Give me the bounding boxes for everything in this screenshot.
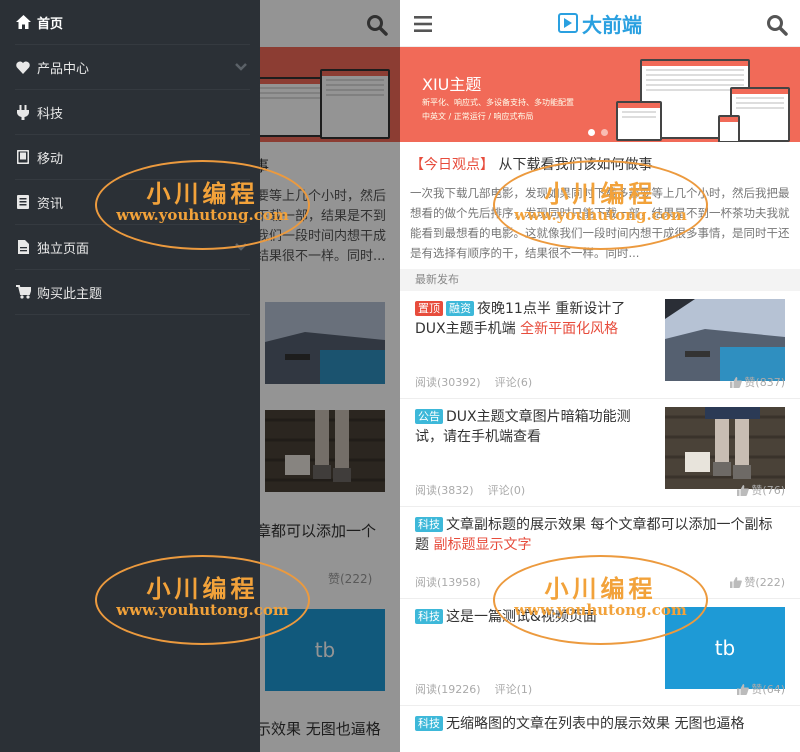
- post-item[interactable]: 科技 文章副标题的展示效果 每个文章都可以添加一个副标题 副标题显示文字 阅读(1…: [400, 507, 800, 599]
- post-title[interactable]: 置顶 融资 夜晚11点半 重新设计了DUX主题手机端 全新平面化风格: [415, 299, 650, 339]
- book-icon: [15, 194, 31, 210]
- thumbs-up-icon: [737, 484, 750, 496]
- logo-text: 大前端: [582, 12, 642, 37]
- post-meta: 阅读(19226) 评论(1): [415, 681, 532, 697]
- like-count: 赞(837): [744, 376, 785, 389]
- drawer-item-buy[interactable]: 购买此主题: [15, 270, 250, 315]
- drawer-item-pages[interactable]: 独立页面: [15, 225, 250, 270]
- post-title-text: DUX主题文章图片暗箱功能测试，请在手机端查看: [415, 409, 631, 445]
- featured-excerpt: 一次我下载几部电影，发现如果同时下载多部要等上几个小时，然后我把最想看的做个先后…: [410, 186, 790, 260]
- plug-icon: [15, 104, 31, 120]
- drawer-item-label: 首页: [37, 16, 64, 32]
- like-count: 赞(76): [751, 484, 785, 497]
- drawer-item-label: 独立页面: [37, 241, 90, 257]
- post-title-text: 无缩略图的文章在列表中的展示效果 无图也逼格: [446, 716, 745, 732]
- carousel-dots[interactable]: [588, 129, 608, 136]
- featured-article[interactable]: 【今日观点】 从下载看我们该如何做事 一次我下载几部电影，发现如果同时下载多部要…: [400, 142, 800, 269]
- drawer-overlay[interactable]: [260, 0, 400, 752]
- banner-title: XIU主题: [422, 75, 482, 94]
- badge-category[interactable]: 公告: [415, 409, 443, 424]
- drawer-item-tech[interactable]: 科技: [15, 90, 250, 135]
- post-meta: 阅读(3832) 评论(0): [415, 482, 525, 498]
- chevron-down-icon[interactable]: [234, 60, 248, 74]
- post-title[interactable]: 科技 文章副标题的展示效果 每个文章都可以添加一个副标题 副标题显示文字: [415, 515, 785, 555]
- like-button[interactable]: 赞(837): [730, 374, 785, 390]
- drawer-item-news[interactable]: 资讯: [15, 180, 250, 225]
- chevron-down-icon[interactable]: [234, 240, 248, 254]
- thumbs-up-icon: [730, 576, 743, 588]
- post-thumbnail[interactable]: [665, 407, 785, 489]
- post-item[interactable]: 科技 无缩略图的文章在列表中的展示效果 无图也逼格: [400, 706, 800, 752]
- like-button[interactable]: 赞(222): [730, 574, 785, 590]
- badge-category[interactable]: 科技: [415, 517, 443, 532]
- thumbs-up-icon: [730, 376, 743, 388]
- drawer-item-label: 移动: [37, 151, 64, 167]
- like-count: 赞(222): [744, 576, 785, 589]
- search-icon[interactable]: [766, 14, 788, 36]
- tablet-icon: [15, 149, 31, 165]
- read-count: 阅读(19226): [415, 683, 481, 696]
- comment-count[interactable]: 评论(1): [495, 681, 533, 697]
- drawer-item-label: 购买此主题: [37, 286, 103, 302]
- device-mockup: [718, 115, 740, 142]
- drawer-item-home[interactable]: 首页: [15, 0, 250, 45]
- featured-tag: 【今日观点】: [410, 157, 494, 173]
- like-count: 赞(64): [751, 683, 785, 696]
- comment-count[interactable]: 评论(6): [495, 374, 533, 390]
- post-meta: 阅读(13958): [415, 574, 481, 590]
- comment-count[interactable]: 评论(0): [488, 482, 526, 498]
- post-thumbnail[interactable]: [665, 299, 785, 381]
- badge-category[interactable]: 科技: [415, 609, 443, 624]
- badge-category[interactable]: 融资: [446, 301, 474, 316]
- read-count: 阅读(13958): [415, 576, 481, 589]
- thumb-text: tb: [714, 636, 736, 660]
- post-subtitle: 全新平面化风格: [520, 321, 619, 337]
- file-icon: [15, 239, 31, 255]
- heart-icon: [15, 59, 31, 75]
- hero-banner[interactable]: XIU主题 新平化、响应式、多设备支持、多功能配置 中英文 / 正常运行 / 响…: [400, 47, 800, 142]
- drawer-item-label: 资讯: [37, 196, 64, 212]
- post-item[interactable]: 科技 这是一篇测试&视频页面 tb 阅读(19226) 评论(1) 赞(64): [400, 599, 800, 706]
- post-item[interactable]: 公告 DUX主题文章图片暗箱功能测试，请在手机端查看 阅读(3832) 评论(0) …: [400, 399, 800, 507]
- like-button[interactable]: 赞(64): [737, 681, 785, 697]
- menu-icon[interactable]: [414, 16, 432, 32]
- drawer-item-mobile[interactable]: 移动: [15, 135, 250, 180]
- drawer-item-products[interactable]: 产品中心: [15, 45, 250, 90]
- post-title[interactable]: 科技 无缩略图的文章在列表中的展示效果 无图也逼格: [415, 714, 785, 734]
- post-title-text: 这是一篇测试&视频页面: [446, 609, 597, 625]
- device-mockup: [616, 101, 662, 141]
- banner-subtitle: 中英文 / 正常运行 / 响应式布局: [422, 112, 534, 121]
- like-button[interactable]: 赞(76): [737, 482, 785, 498]
- post-thumbnail[interactable]: tb: [665, 607, 785, 689]
- top-bar: 大前端: [400, 0, 800, 47]
- badge-sticky: 置顶: [415, 301, 443, 316]
- site-logo[interactable]: 大前端: [558, 9, 642, 38]
- cart-icon: [15, 284, 31, 300]
- home-icon: [15, 14, 31, 30]
- featured-title[interactable]: 【今日观点】 从下载看我们该如何做事: [410, 154, 790, 174]
- side-drawer: 首页 产品中心 科技 移动 资讯 独立页面 购买此主题: [0, 0, 260, 752]
- thumbs-up-icon: [737, 683, 750, 695]
- post-title[interactable]: 公告 DUX主题文章图片暗箱功能测试，请在手机端查看: [415, 407, 650, 447]
- mobile-page: 大前端 XIU主题 新平化、响应式、多设备支持、多功能配置 中英文 / 正常运行…: [400, 0, 800, 752]
- section-title: 最新发布: [400, 269, 800, 291]
- read-count: 阅读(30392): [415, 376, 481, 389]
- play-icon: [558, 13, 578, 33]
- drawer-item-label: 产品中心: [37, 61, 90, 77]
- drawer-item-label: 科技: [37, 106, 64, 122]
- post-item[interactable]: 置顶 融资 夜晚11点半 重新设计了DUX主题手机端 全新平面化风格 阅读(3039…: [400, 291, 800, 399]
- read-count: 阅读(3832): [415, 484, 474, 497]
- featured-title-text: 从下载看我们该如何做事: [498, 157, 653, 173]
- banner-subtitle: 新平化、响应式、多设备支持、多功能配置: [422, 98, 574, 107]
- post-subtitle: 副标题显示文字: [433, 537, 532, 553]
- post-meta: 阅读(30392) 评论(6): [415, 374, 532, 390]
- badge-category[interactable]: 科技: [415, 716, 443, 731]
- post-title[interactable]: 科技 这是一篇测试&视频页面: [415, 607, 650, 627]
